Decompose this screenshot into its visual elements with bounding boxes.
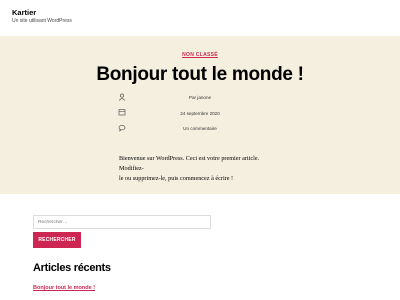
post-category-link[interactable]: NON CLASSÉ bbox=[0, 52, 400, 58]
post-content: Bienvenue sur WordPress. Ceci est votre … bbox=[119, 154, 284, 184]
search-input[interactable] bbox=[33, 215, 211, 229]
site-description: Un site utilisant WordPress bbox=[12, 18, 72, 24]
post-comments-link[interactable]: Un commentaire bbox=[130, 126, 270, 131]
post-title[interactable]: Bonjour tout le monde ! bbox=[0, 64, 400, 86]
comment-icon bbox=[118, 119, 126, 132]
post-content-line: Bienvenue sur WordPress. Ceci est votre … bbox=[119, 155, 260, 172]
site-header: Kartier Un site utilisant WordPress bbox=[0, 0, 400, 36]
post-section: NON CLASSÉ Bonjour tout le monde ! Par j… bbox=[0, 36, 400, 194]
search-button[interactable]: RECHERCHER bbox=[33, 232, 81, 248]
post-author-link[interactable]: Par janone bbox=[130, 95, 270, 100]
site-title-link[interactable]: Kartier bbox=[12, 8, 36, 17]
post-date-link[interactable]: 24 septembre 2020 bbox=[130, 111, 270, 116]
recent-posts-title: Articles récents bbox=[33, 262, 111, 274]
user-icon bbox=[118, 88, 126, 101]
calendar-icon bbox=[118, 103, 126, 116]
post-content-line: le ou supprimez-le, puis commencez à écr… bbox=[119, 175, 234, 182]
recent-post-link[interactable]: Bonjour tout le monde ! bbox=[33, 285, 95, 291]
